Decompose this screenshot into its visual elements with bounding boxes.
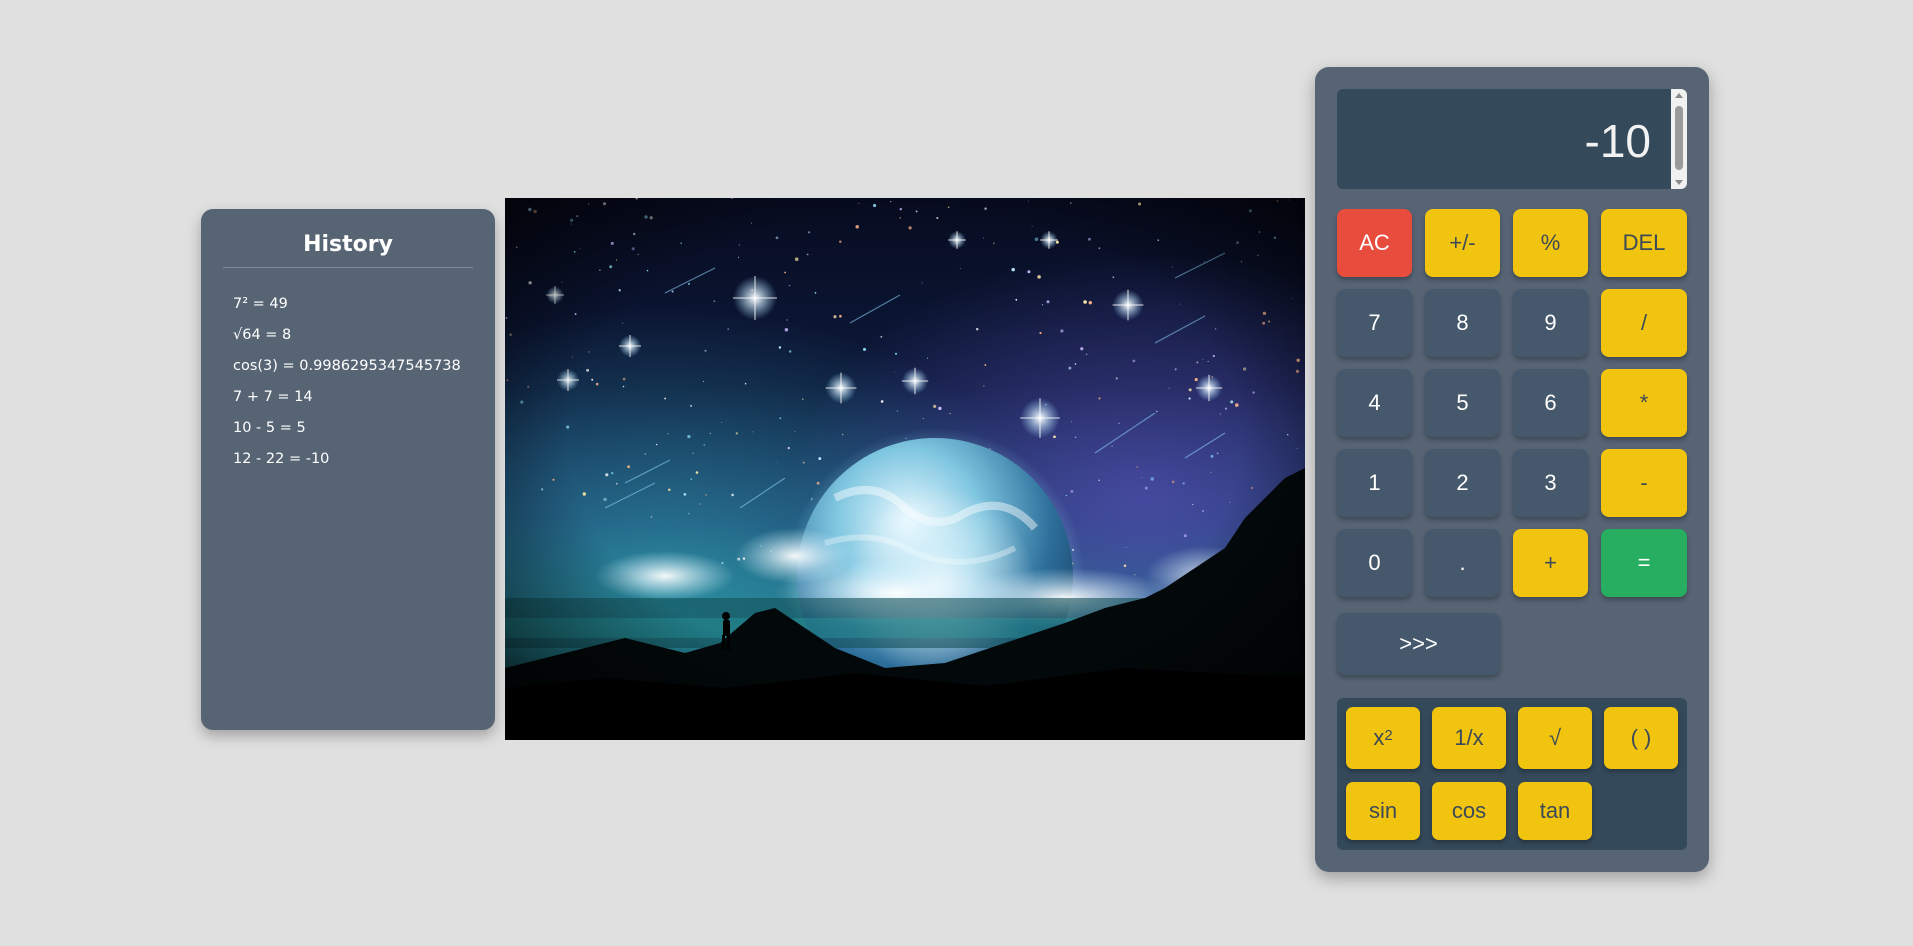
history-entry[interactable]: 7² = 49 (233, 295, 473, 326)
scroll-down-arrow-icon[interactable] (1675, 180, 1683, 185)
subtract-button[interactable]: - (1601, 449, 1687, 517)
digit-1-button[interactable]: 1 (1337, 449, 1412, 517)
digit-7-button[interactable]: 7 (1337, 289, 1412, 357)
toggle-scientific-button[interactable]: >>> (1337, 613, 1500, 675)
digit-2-button[interactable]: 2 (1425, 449, 1500, 517)
scroll-up-arrow-icon[interactable] (1675, 93, 1683, 98)
delete-button[interactable]: DEL (1601, 209, 1687, 277)
history-title: History (223, 209, 473, 268)
equals-button[interactable]: = (1601, 529, 1687, 597)
cos-button[interactable]: cos (1432, 782, 1506, 840)
digit-8-button[interactable]: 8 (1425, 289, 1500, 357)
history-list: 7² = 49 √64 = 8 cos(3) = 0.9986295347545… (223, 268, 473, 481)
history-panel: History 7² = 49 √64 = 8 cos(3) = 0.99862… (201, 209, 495, 730)
history-entry[interactable]: cos(3) = 0.9986295347545738 (233, 357, 473, 388)
digit-6-button[interactable]: 6 (1513, 369, 1588, 437)
calculator-display: -10 (1337, 89, 1687, 189)
percent-button[interactable]: % (1513, 209, 1588, 277)
divide-button[interactable]: / (1601, 289, 1687, 357)
square-root-button[interactable]: √ (1518, 707, 1592, 769)
digit-9-button[interactable]: 9 (1513, 289, 1588, 357)
display-value: -10 (1584, 115, 1651, 167)
night-sky-image (505, 198, 1305, 740)
add-button[interactable]: + (1513, 529, 1588, 597)
calculator: -10 AC +/- % DEL 7 8 9 / 4 5 6 * 1 2 3 -… (1315, 67, 1709, 872)
square-button[interactable]: x2 (1346, 707, 1420, 769)
history-entry[interactable]: 7 + 7 = 14 (233, 388, 473, 419)
multiply-button[interactable]: * (1601, 369, 1687, 437)
scientific-panel: x2 1/x √ ( ) sin cos tan (1337, 698, 1687, 850)
history-entry[interactable]: 10 - 5 = 5 (233, 419, 473, 450)
history-entry[interactable]: 12 - 22 = -10 (233, 450, 473, 481)
tan-button[interactable]: tan (1518, 782, 1592, 840)
display-scrollbar[interactable] (1671, 89, 1687, 189)
scrollbar-thumb[interactable] (1675, 106, 1683, 170)
parentheses-button[interactable]: ( ) (1604, 707, 1678, 769)
sin-button[interactable]: sin (1346, 782, 1420, 840)
digit-0-button[interactable]: 0 (1337, 529, 1412, 597)
square-base-label: x (1373, 725, 1385, 750)
reciprocal-button[interactable]: 1/x (1432, 707, 1506, 769)
all-clear-button[interactable]: AC (1337, 209, 1412, 277)
square-exponent-label: 2 (1384, 726, 1393, 744)
digit-4-button[interactable]: 4 (1337, 369, 1412, 437)
digit-3-button[interactable]: 3 (1513, 449, 1588, 517)
negate-button[interactable]: +/- (1425, 209, 1500, 277)
digit-5-button[interactable]: 5 (1425, 369, 1500, 437)
history-entry[interactable]: √64 = 8 (233, 326, 473, 357)
decimal-button[interactable]: . (1425, 529, 1500, 597)
